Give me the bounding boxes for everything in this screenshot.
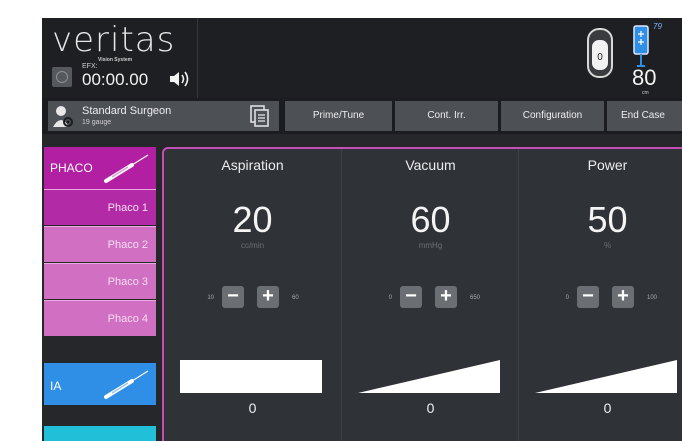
param-value: 50 (587, 199, 628, 240)
cont-irr-button[interactable]: Cont. Irr. (395, 101, 498, 131)
param-current: 0 (603, 400, 612, 416)
decrease-button[interactable]: − (222, 286, 244, 308)
end-case-button[interactable]: End Case (607, 101, 682, 131)
param-current: 0 (248, 400, 257, 416)
param-max: 650 (470, 295, 481, 301)
param-current: 0 (426, 400, 435, 416)
param-max: 60 (292, 295, 299, 301)
brand-logo: veritas (52, 20, 176, 60)
bottle-height-value[interactable]: 80 (632, 65, 656, 91)
surgeon-name: Standard Surgeon (82, 105, 172, 117)
configuration-button[interactable]: Configuration (501, 101, 604, 131)
header-bar: veritas Vision System EFX: 00:00.00 0 79… (42, 18, 682, 98)
linear-mode-graphic (180, 360, 322, 393)
prime-tune-button[interactable]: Prime/Tune (285, 101, 392, 131)
device-screen: veritas Vision System EFX: 00:00.00 0 79… (42, 18, 682, 441)
parameters-panel: Aspiration 20 cc/min 10 − + 60 0 Vacuum … (162, 147, 682, 441)
param-title: Aspiration (221, 157, 284, 173)
param-unit: mmHg (418, 241, 443, 250)
surgeon-selector[interactable]: Standard Surgeon 19 gauge (48, 101, 279, 131)
svg-text:0: 0 (597, 52, 603, 63)
increase-button[interactable]: + (435, 286, 457, 308)
toolbar: Standard Surgeon 19 gauge Prime/Tune Con… (42, 98, 682, 134)
param-max: 100 (647, 295, 658, 301)
decrease-button[interactable]: − (400, 286, 422, 308)
efx-label: EFX: (82, 63, 98, 70)
tab-phaco[interactable]: PHACO (44, 147, 156, 189)
param-value: 20 (232, 199, 273, 240)
param-value: 60 (410, 199, 451, 240)
tab-phaco-4[interactable]: Phaco 4 (44, 300, 156, 336)
ramp-mode-graphic (358, 360, 500, 393)
tab-ia[interactable]: IA (44, 363, 156, 405)
param-title: Vacuum (405, 157, 456, 173)
tab-ia-label: IA (50, 379, 62, 393)
tab-phaco-3[interactable]: Phaco 3 (44, 263, 156, 299)
param-unit: % (603, 241, 612, 250)
param-power: Power 50 % 0 − + 100 0 (518, 149, 682, 441)
tab-third-mode[interactable] (44, 426, 156, 441)
param-unit: cc/min (240, 241, 265, 250)
decrease-button[interactable]: − (577, 286, 599, 308)
mode-sidebar: PHACO Phaco 1 Phaco 2 Phaco 3 Phaco 4 IA (42, 147, 156, 441)
bottle-height-unit: cm (642, 90, 649, 96)
tab-phaco-1[interactable]: Phaco 1 (44, 189, 156, 225)
efx-timer: 00:00.00 (82, 70, 149, 89)
surgeon-settings-icon (53, 106, 73, 127)
speaker-icon[interactable] (168, 70, 190, 88)
surgeon-gauge: 19 gauge (82, 119, 112, 126)
param-min: 10 (207, 295, 214, 301)
header-divider (197, 18, 198, 98)
increase-button[interactable]: + (612, 286, 634, 308)
param-min: 0 (565, 295, 569, 301)
ia-handpiece-icon (104, 370, 149, 399)
param-aspiration: Aspiration 20 cc/min 10 − + 60 0 (164, 149, 341, 441)
param-min: 0 (388, 295, 392, 301)
tab-phaco-label: PHACO (50, 161, 93, 175)
record-button[interactable] (52, 67, 72, 87)
phaco-handpiece-icon (104, 154, 149, 183)
brand-subtitle: Vision System (98, 57, 133, 63)
footpedal-icon: 0 (587, 28, 613, 78)
tab-phaco-2[interactable]: Phaco 2 (44, 226, 156, 262)
param-title: Power (587, 157, 628, 173)
document-icon[interactable] (248, 104, 272, 128)
ramp-mode-graphic (535, 360, 677, 393)
increase-button[interactable]: + (257, 286, 279, 308)
param-vacuum: Vacuum 60 mmHg 0 − + 650 0 (341, 149, 519, 441)
bottle-number: 79 (653, 22, 662, 31)
